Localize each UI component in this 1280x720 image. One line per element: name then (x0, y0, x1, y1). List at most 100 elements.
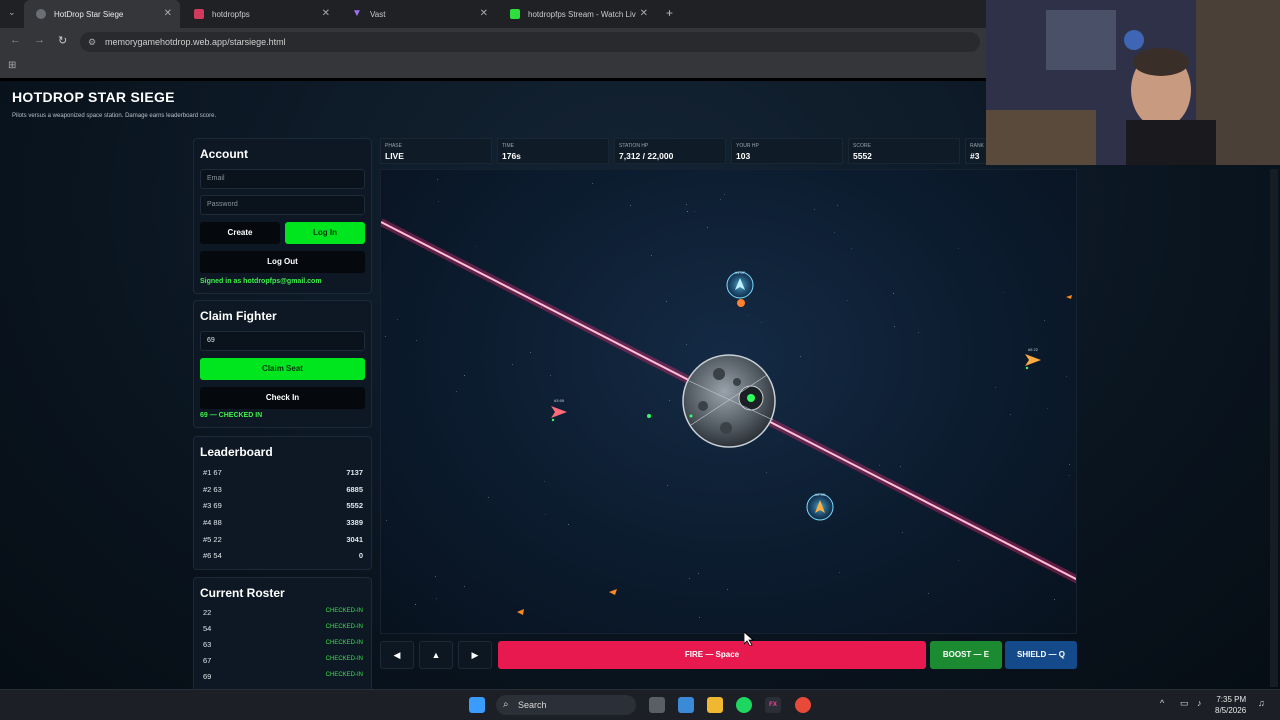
email-input[interactable]: Email (200, 169, 365, 189)
shield-button[interactable]: SHIELD — Q (1005, 641, 1077, 669)
notification-bell-icon[interactable]: ♫ (1258, 698, 1265, 708)
ship-label: #3 69 (554, 398, 565, 403)
hud-fx-icon[interactable]: FX (765, 697, 781, 713)
stat-your-hp: YOUR HP 103 (731, 138, 843, 164)
roster-row: 22 CHECKED-IN (203, 608, 363, 622)
back-arrow-icon[interactable]: ← (10, 34, 21, 46)
seat-number-input[interactable]: 69 (200, 331, 365, 351)
roster-id: 67 (203, 656, 212, 665)
logout-button[interactable]: Log Out (200, 251, 365, 273)
claim-seat-button[interactable]: Claim Seat (200, 358, 365, 380)
station-missile (1066, 295, 1072, 299)
signed-in-status: Signed in as hotdropfps@gmail.com (200, 278, 322, 285)
shielded-ship: #2 63 (806, 492, 834, 521)
game-arena-canvas[interactable]: #1 67 #3 69 #5 22 #2 63 (380, 169, 1077, 634)
tab-label: hotdropfps Stream - Watch Liv (528, 9, 636, 19)
leaderboard-title: Leaderboard (200, 445, 273, 459)
clock-date: 8/5/2026 (1215, 706, 1247, 715)
stat-value: LIVE (385, 151, 404, 161)
leaderboard-rank: #1 67 (203, 468, 222, 477)
claim-title: Claim Fighter (200, 309, 277, 323)
notepad-icon[interactable] (678, 697, 694, 713)
leaderboard-row: #4 88 3389 (203, 518, 363, 532)
stat-value: 5552 (853, 151, 872, 161)
taskbar-search[interactable]: ⌕ Search (496, 695, 636, 715)
station-missile (609, 589, 617, 595)
windows-start-icon[interactable] (469, 697, 485, 713)
tab-hotdrop-star-siege[interactable]: HotDrop Star Siege ✕ (24, 0, 180, 28)
tab-vast[interactable]: ▼ Vast ✕ (340, 0, 496, 28)
taskbar-clock[interactable]: 7:35 PM 8/5/2026 (1215, 694, 1246, 716)
stat-label: PHASE (385, 143, 402, 149)
claim-fighter-card: Claim Fighter 69 Claim Seat Check In 69 … (193, 300, 372, 428)
check-in-status: 69 — CHECKED IN (200, 412, 263, 419)
tab-label: hotdropfps (212, 9, 250, 19)
apps-grid-icon[interactable]: ⊞ (8, 60, 16, 71)
tab-kick-stream[interactable]: hotdropfps Stream - Watch Liv ✕ (498, 0, 656, 28)
roster-row: 63 CHECKED-IN (203, 640, 363, 654)
tray-chevron-icon[interactable]: ^ (1160, 698, 1164, 708)
browser-tab-bar: ⌄ HotDrop Star Siege ✕ hotdropfps ✕ ▼ Va… (0, 0, 986, 28)
tray-network-icon[interactable]: ▭ (1180, 698, 1189, 709)
thrust-up-button[interactable]: ▲ (419, 641, 453, 669)
tab-hotdropfps[interactable]: hotdropfps ✕ (182, 0, 338, 28)
account-title: Account (200, 147, 248, 161)
check-in-button[interactable]: Check In (200, 387, 365, 409)
chrome-icon[interactable] (795, 697, 811, 713)
leaderboard-score: 0 (358, 551, 363, 560)
hotdrop-favicon-icon (194, 9, 204, 19)
roster-status: CHECKED-IN (325, 656, 363, 662)
tray-volume-icon[interactable]: ♪ (1197, 698, 1202, 708)
close-icon[interactable]: ✕ (640, 8, 648, 19)
file-explorer-icon[interactable] (707, 697, 723, 713)
new-tab-plus-icon[interactable]: + (666, 6, 673, 20)
stat-value: 103 (736, 151, 751, 161)
page-scrollbar[interactable] (1270, 169, 1278, 687)
green-pickup (689, 414, 693, 418)
move-right-button[interactable]: ▶ (458, 641, 492, 669)
roster-status: CHECKED-IN (325, 640, 363, 646)
leaderboard-row: #2 63 6885 (203, 485, 363, 499)
search-icon: ⌕ (503, 699, 509, 710)
leaderboard-rank: #2 63 (203, 485, 222, 494)
reload-icon[interactable]: ↻ (58, 34, 67, 47)
stat-label: SCORE (853, 143, 871, 149)
close-icon[interactable]: ✕ (164, 8, 172, 19)
roster-title: Current Roster (200, 586, 285, 600)
site-info-icon[interactable]: ⚙ (88, 32, 96, 52)
leaderboard-score: 3389 (346, 518, 363, 527)
stat-label: STATION HP (619, 143, 649, 149)
roster-row: 69 CHECKED-IN (203, 672, 363, 686)
tab-list-chevron-icon[interactable]: ⌄ (8, 7, 16, 18)
windows-taskbar: ⌕ Search FX ^ ▭ ♪ 7:35 PM 8/5/2026 ♫ (0, 689, 1280, 720)
leaderboard-row: #6 54 0 (203, 551, 363, 565)
globe-icon (36, 9, 46, 19)
page-subtitle: Pilots versus a weaponized space station… (12, 113, 217, 119)
login-button[interactable]: Log In (285, 222, 365, 244)
spotify-icon[interactable] (736, 697, 752, 713)
leaderboard-rank: #3 69 (203, 501, 222, 510)
password-input[interactable]: Password (200, 195, 365, 215)
leaderboard-card: Leaderboard #1 67 7137 #2 63 6885 #3 69 555… (193, 436, 372, 570)
mouse-cursor-icon (744, 632, 754, 646)
leaderboard-row: #3 69 5552 (203, 501, 363, 515)
ship-label: #2 63 (815, 492, 826, 497)
close-icon[interactable]: ✕ (322, 8, 330, 19)
page-title: HOTDROP STAR SIEGE (12, 89, 175, 105)
roster-id: 22 (203, 608, 212, 617)
leaderboard-row: #5 22 3041 (203, 535, 363, 549)
forward-arrow-icon[interactable]: → (34, 34, 45, 46)
task-view-icon[interactable] (649, 697, 665, 713)
space-station (682, 354, 776, 448)
vast-favicon-icon: ▼ (352, 8, 362, 19)
boost-button[interactable]: BOOST — E (930, 641, 1002, 669)
fire-button[interactable]: FIRE — Space (498, 641, 926, 669)
leaderboard-score: 5552 (346, 501, 363, 510)
close-icon[interactable]: ✕ (480, 8, 488, 19)
clock-time: 7:35 PM (1216, 695, 1247, 704)
arena-scene: #1 67 #3 69 #5 22 #2 63 (381, 218, 1076, 615)
address-bar[interactable]: ⚙ memorygamehotdrop.web.app/starsiege.ht… (80, 32, 980, 52)
create-button[interactable]: Create (200, 222, 280, 244)
move-left-button[interactable]: ◀ (380, 641, 414, 669)
green-pickup (647, 414, 651, 418)
